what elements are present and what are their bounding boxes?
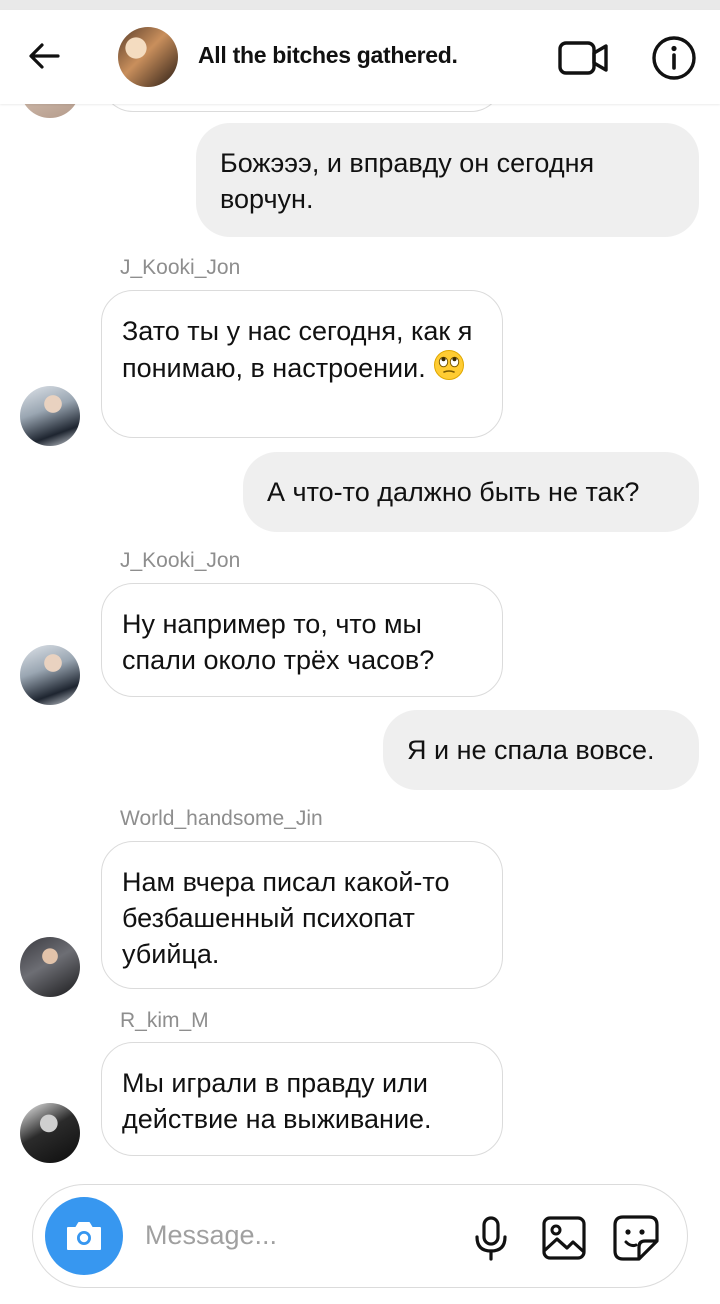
- message-composer: [32, 1184, 688, 1288]
- sticker-icon: [613, 1215, 659, 1261]
- sender-name: R_kim_M: [120, 1009, 209, 1032]
- avatar[interactable]: [20, 386, 80, 446]
- message-text: Зато ты у нас сегодня, как я понимаю, в …: [122, 316, 473, 383]
- avatar[interactable]: [20, 937, 80, 997]
- gallery-button[interactable]: [541, 1215, 587, 1261]
- sender-name: World_handsome_Jin: [120, 807, 323, 830]
- message-text: Я и не спала вовсе.: [407, 735, 655, 765]
- video-camera-icon: [558, 41, 608, 75]
- arrow-left-icon: [29, 43, 60, 69]
- message-bubble-incoming[interactable]: Нам вчера писал какой-то безбашенный пси…: [101, 841, 503, 989]
- message-text: Божэээ, и вправду он сегодня ворчун.: [220, 148, 595, 214]
- message-thread[interactable]: Божэээ, и вправду он сегодня ворчун. J_K…: [0, 0, 720, 1304]
- message-bubble-incoming[interactable]: Зато ты у нас сегодня, как я понимаю, в …: [101, 290, 503, 438]
- voice-message-button[interactable]: [471, 1215, 511, 1261]
- image-gallery-icon: [542, 1216, 586, 1260]
- message-bubble-outgoing[interactable]: А что-то далжно быть не так?: [243, 452, 699, 532]
- face-with-rolling-eyes-icon: [433, 349, 465, 390]
- message-bubble-incoming[interactable]: Ну например то, что мы спали около трёх …: [101, 583, 503, 697]
- avatar[interactable]: [20, 1103, 80, 1163]
- message-bubble-incoming[interactable]: Мы играли в правду или действие на выжив…: [101, 1042, 503, 1156]
- camera-button[interactable]: [45, 1197, 123, 1275]
- video-call-button[interactable]: [556, 38, 612, 78]
- message-text: Нам вчера писал какой-то безбашенный пси…: [122, 867, 450, 969]
- message-text: Ну например то, что мы спали около трёх …: [122, 609, 435, 675]
- avatar[interactable]: [20, 645, 80, 705]
- sender-name: J_Kooki_Jon: [120, 256, 241, 279]
- info-button[interactable]: [650, 34, 698, 82]
- group-avatar[interactable]: [118, 27, 178, 87]
- microphone-icon: [475, 1216, 507, 1261]
- sender-name: J_Kooki_Jon: [120, 549, 241, 572]
- sticker-button[interactable]: [611, 1213, 661, 1263]
- info-icon: [652, 36, 696, 80]
- chat-title[interactable]: All the bitches gathered.: [198, 42, 458, 69]
- message-bubble-outgoing[interactable]: Я и не спала вовсе.: [383, 710, 699, 790]
- message-text: А что-то далжно быть не так?: [267, 477, 640, 507]
- message-input[interactable]: [145, 1215, 445, 1255]
- message-bubble-outgoing[interactable]: Божэээ, и вправду он сегодня ворчун.: [196, 123, 699, 237]
- message-text: Мы играли в правду или действие на выжив…: [122, 1068, 432, 1134]
- chat-header: All the bitches gathered.: [0, 10, 720, 104]
- back-button[interactable]: [22, 34, 66, 78]
- camera-icon: [67, 1222, 101, 1250]
